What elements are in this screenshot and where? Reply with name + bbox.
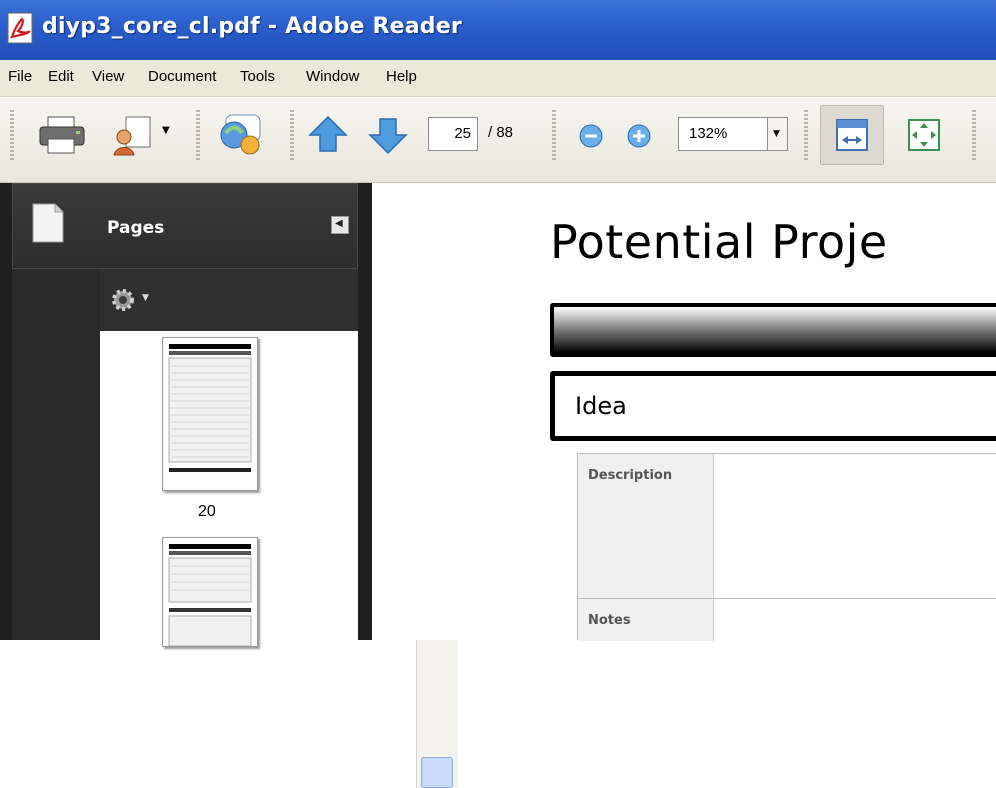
zoom-out-icon[interactable] [578, 123, 604, 149]
chevron-down-icon[interactable]: ▼ [142, 293, 149, 303]
fit-page-icon[interactable] [906, 117, 942, 153]
chevron-left-icon: ◀ [335, 218, 343, 229]
form-label-description: Description [578, 454, 714, 598]
page-thumbnail[interactable] [162, 537, 258, 647]
menu-edit[interactable]: Edit [48, 68, 74, 85]
toolbar-grip[interactable] [972, 110, 976, 162]
adobe-reader-icon [7, 12, 33, 44]
menu-view[interactable]: View [92, 68, 124, 85]
window-title: diyp3_core_cl.pdf - Adobe Reader [42, 14, 462, 39]
pages-panel-header: Pages ◀ [12, 183, 358, 269]
menu-tools[interactable]: Tools [240, 68, 275, 85]
document-section-box: Idea [550, 371, 996, 441]
toolbar-grip[interactable] [290, 110, 294, 162]
next-page-icon[interactable] [368, 115, 408, 155]
zoom-level-input[interactable]: 132% [678, 117, 768, 151]
toolbar-grip[interactable] [552, 110, 556, 162]
zoom-dropdown-button[interactable]: ▼ [768, 117, 788, 151]
panel-button-strip [12, 269, 100, 640]
thumbnail-list: 20 ▲ [100, 331, 458, 788]
menu-window[interactable]: Window [306, 68, 359, 85]
print-icon[interactable] [38, 115, 86, 155]
document-view[interactable]: Potential Proje Idea Description Notes [372, 183, 996, 641]
toolbar-grip[interactable] [804, 110, 808, 162]
thumbnail-options-row: ▼ [100, 269, 358, 331]
form-label-notes: Notes [578, 599, 714, 641]
navigation-panel: Pages ◀ ▼ 20 [0, 183, 458, 788]
title-bar: diyp3_core_cl.pdf - Adobe Reader [0, 0, 996, 60]
zoom-in-icon[interactable] [626, 123, 652, 149]
scroll-thumb[interactable] [421, 757, 453, 788]
toolbar-grip[interactable] [196, 110, 200, 162]
page-thumbnail[interactable] [162, 337, 258, 491]
thumbnail-preview [168, 544, 252, 647]
comment-review-icon[interactable] [218, 111, 264, 157]
chevron-down-icon: ▼ [773, 129, 780, 139]
fit-width-button[interactable] [820, 105, 884, 165]
document-header-bar [550, 303, 996, 357]
thumbnail-page-number: 20 [198, 503, 216, 520]
menu-help[interactable]: Help [386, 68, 417, 85]
gear-icon[interactable] [108, 285, 138, 315]
menu-document[interactable]: Document [148, 68, 216, 85]
pages-icon[interactable] [31, 202, 65, 244]
panel-title: Pages [107, 218, 165, 238]
document-form-table: Description Notes [577, 453, 996, 641]
thumbnail-preview [168, 344, 252, 472]
fit-width-icon [836, 119, 868, 151]
document-section-title: Idea [575, 392, 627, 420]
previous-page-icon[interactable] [308, 115, 348, 155]
menu-bar: File Edit View Document Tools Window Hel… [0, 60, 996, 97]
toolbar-grip[interactable] [10, 110, 14, 162]
menu-file[interactable]: File [8, 68, 32, 85]
toolbar: ▼ 25 / 88 132% ▼ [0, 97, 996, 183]
collapse-panel-button[interactable]: ◀ [331, 216, 349, 234]
page-total: / 88 [488, 124, 514, 141]
page-number-input[interactable]: 25 [428, 117, 478, 151]
share-icon[interactable] [112, 113, 156, 157]
document-heading: Potential Proje [550, 215, 888, 269]
chevron-down-icon[interactable]: ▼ [162, 125, 170, 136]
